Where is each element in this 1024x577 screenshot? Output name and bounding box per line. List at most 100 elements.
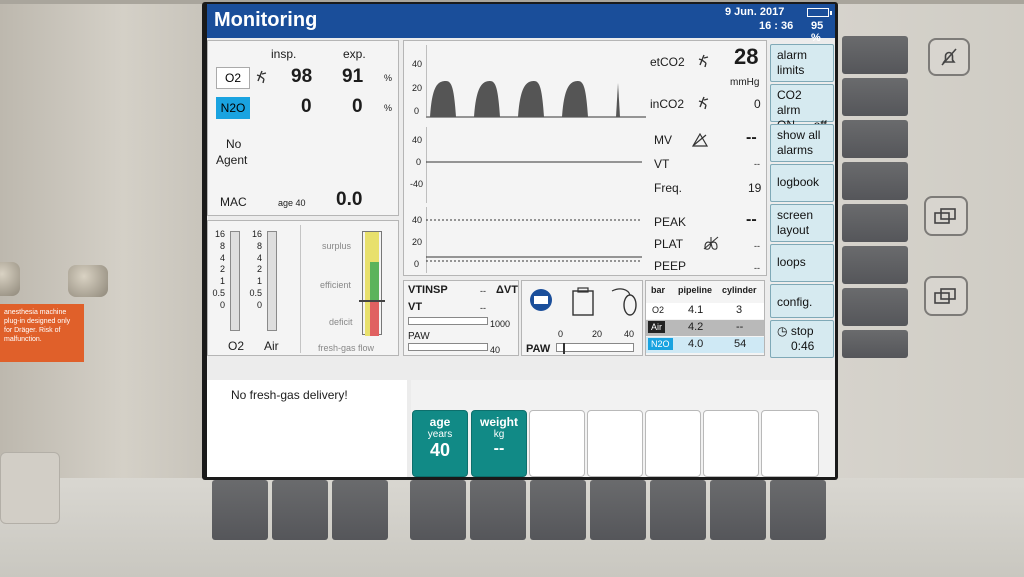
hardware-key[interactable] [272,480,328,540]
alarm-message: No fresh-gas delivery! [231,388,348,402]
supply-pipeline: 4.1 [688,304,704,316]
waveform-panel: 40 20 0 40 0 -40 40 20 0 etCO2 28 mmHg i… [403,40,767,276]
hardware-key[interactable] [842,162,908,200]
co2-waveform [426,45,646,118]
screens-arrow-icon [934,288,956,304]
hardware-key[interactable] [590,480,646,540]
co2-alarm-button[interactable]: CO2 alrm ON → off [770,84,834,132]
hardware-key[interactable] [842,36,908,74]
vtinsp-value: -- [480,286,486,296]
surplus-label: surplus [322,241,352,251]
standby-button[interactable] [924,196,968,236]
etco2-label: etCO2 [650,55,685,69]
o2-flow-tube [230,231,240,331]
supply-cylinder: 3 [736,304,743,316]
hardware-key[interactable] [530,480,586,540]
hardware-key[interactable] [650,480,706,540]
hardware-key[interactable] [842,288,908,326]
o2-scale: 16 8 4 2 1 0.5 0 [212,229,225,310]
hardware-key[interactable] [842,204,908,242]
weight-button[interactable]: weight kg -- [471,410,527,477]
age-value: 40 [429,440,451,460]
vt-scale-max: 1000 [490,319,511,329]
hardware-key[interactable] [842,78,908,116]
peak-label: PEAK [654,215,687,229]
config-button[interactable]: config. [770,284,834,318]
runner-icon [698,54,709,68]
screens-icon [934,208,956,224]
age-unit: years [427,429,453,440]
hardware-key[interactable] [332,480,388,540]
stop-timer-button[interactable]: ◷ stop 0:46 [770,320,834,358]
hardware-key[interactable] [710,480,766,540]
n2o-unit: % [384,103,393,113]
weight-title: weight [480,415,518,429]
empty-softkey[interactable] [529,410,585,477]
mac-label: MAC [220,195,247,209]
battery-icon [807,8,832,17]
message-area: No fresh-gas delivery! [207,380,407,477]
flow-tick-minus-40: -40 [410,179,424,189]
screen-layout-button[interactable]: screen layout [770,204,834,242]
o2-unit: % [384,73,393,83]
n2o-gas-box: N2O [216,97,250,119]
start-button[interactable] [924,276,968,316]
freq-value: 19 [748,181,762,195]
clock-icon: ◷ [777,324,788,338]
paw-gauge-tick-0: 0 [558,329,564,339]
title-bar: Monitoring 9 Jun. 2017 16 : 36 95 % [207,4,835,44]
n2o-gas-label: N2O [220,101,246,115]
paw-tick-40: 40 [412,215,423,225]
n2o-insp-value: 0 [301,96,312,117]
mv-label: MV [654,133,672,147]
hardware-key[interactable] [842,120,908,158]
alarm-silence-button[interactable] [928,38,970,76]
air-flow-tube [267,231,277,331]
housing-flap [0,452,60,524]
alarm-limits-button[interactable]: alarm limits [770,44,834,82]
supply-row-n2o: N2O 4.0 54 [646,337,764,353]
hardware-key[interactable] [842,330,908,358]
n2o-exp-value: 0 [352,96,363,117]
empty-softkey[interactable] [587,410,643,477]
efficient-label: efficient [320,280,351,290]
hardware-key[interactable] [212,480,268,540]
age-title: age [429,415,451,429]
paw-gauge-tick-20: 20 [592,329,603,339]
etco2-value: 28 [734,44,759,69]
show-all-alarms-button[interactable]: show all alarms [770,124,834,162]
plat-label: PLAT [654,237,684,251]
supply-row-o2: O2 4.1 3 [646,303,764,319]
dvt-value: -- [480,303,486,313]
paw-waveform [426,207,642,273]
empty-softkey[interactable] [703,410,759,477]
agent-line-1: No [226,137,242,151]
hardware-key[interactable] [410,480,466,540]
vt-scale-bar [408,317,488,325]
vt-label-small: VT [408,301,423,313]
empty-softkey[interactable] [645,410,701,477]
dvt-label: ΔVT [496,284,518,296]
hardware-key[interactable] [770,480,826,540]
hardware-key[interactable] [842,246,908,284]
warning-label: anesthesia machine plug-in designed only… [0,304,84,362]
battery-level: 95 % [811,20,824,44]
runner-icon [698,96,709,110]
page-title: Monitoring [214,9,318,31]
o2-gas-box: O2 [216,67,250,89]
loops-button[interactable]: loops [770,244,834,282]
age-button[interactable]: age years 40 [412,410,468,477]
mv-value: -- [746,129,757,146]
paw-gauge-tick-40: 40 [624,329,635,339]
supply-cylinder: -- [736,321,744,333]
o2-gas-label: O2 [224,71,241,85]
time-display: 16 : 36 [759,20,794,32]
bell-crossed-icon [941,48,957,66]
peep-value: -- [754,263,760,273]
logbook-button[interactable]: logbook [770,164,834,202]
flow-tick-0: 0 [416,157,422,167]
hardware-key[interactable] [470,480,526,540]
empty-softkey[interactable] [761,410,819,477]
deficit-label: deficit [329,317,353,327]
housing-knob [68,265,108,297]
